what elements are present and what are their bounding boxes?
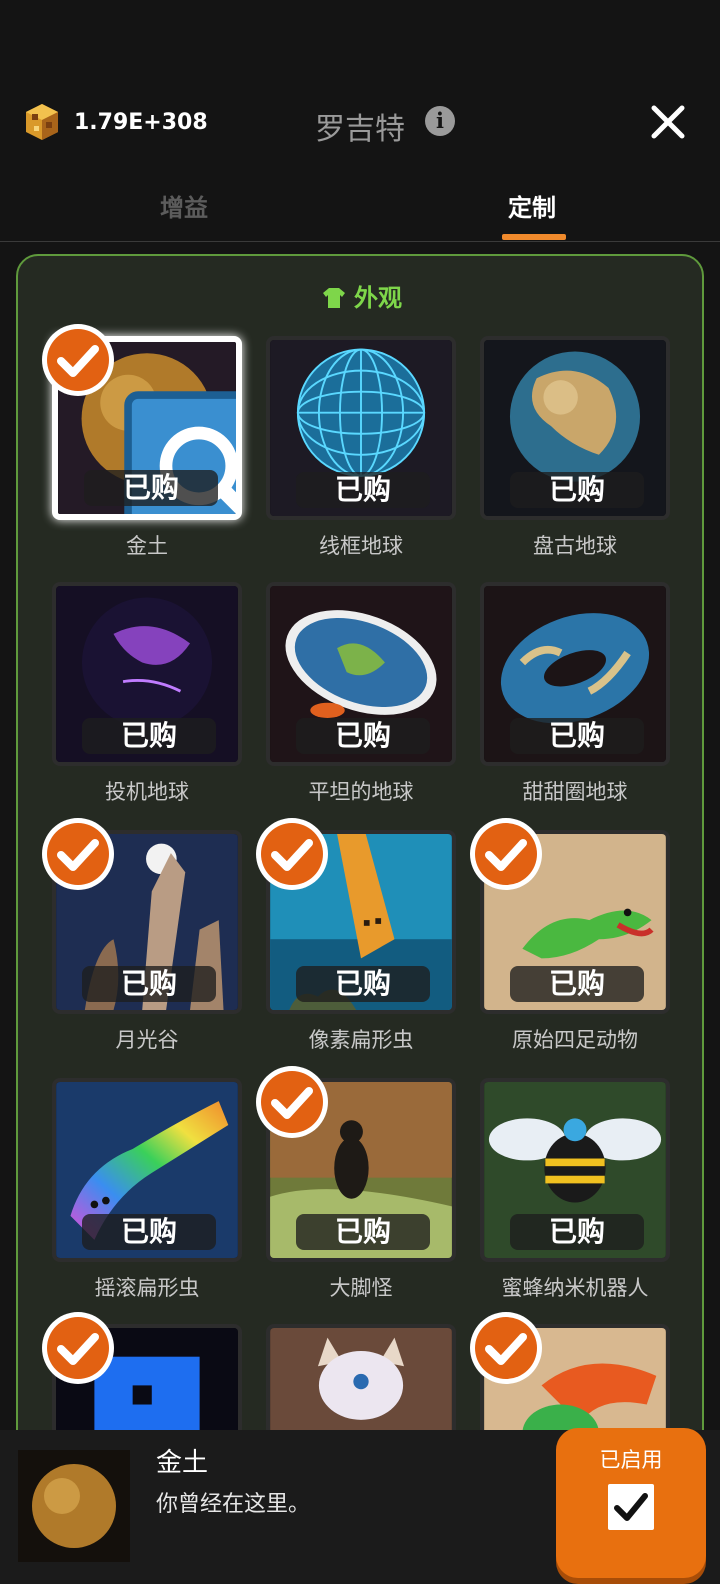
bought-badge: 已购	[510, 472, 644, 508]
bought-badge: 已购	[296, 1214, 430, 1250]
checkmark-icon	[256, 1066, 328, 1138]
skin-thumbnail: 已购	[52, 582, 242, 766]
skin-item[interactable]: 已购 月光谷	[42, 818, 242, 1070]
skin-name: 金土	[126, 534, 168, 558]
checkmark-icon	[42, 818, 114, 890]
bought-badge: 已购	[82, 1214, 216, 1250]
bought-badge: 已购	[82, 966, 216, 1002]
section-header: 外观	[18, 278, 706, 313]
skin-thumbnail: 已购	[266, 582, 456, 766]
checkmark-icon	[470, 818, 542, 890]
check-icon	[614, 1493, 648, 1521]
bought-badge: 已购	[84, 470, 218, 506]
close-icon[interactable]	[650, 104, 686, 140]
bought-badge: 已购	[82, 718, 216, 754]
skin-item[interactable]: 已购 投机地球	[52, 582, 242, 822]
skin-name: 投机地球	[105, 780, 189, 804]
skin-name: 摇滚扁形虫	[94, 1276, 200, 1300]
checkmark-icon	[256, 818, 328, 890]
skin-item[interactable]: 已购 平坦的地球	[266, 582, 456, 822]
skin-item[interactable]: 已购 蜜蜂纳米机器人	[480, 1078, 670, 1318]
skin-name: 甜甜圈地球	[522, 780, 628, 804]
bought-badge: 已购	[510, 966, 644, 1002]
shirt-icon	[323, 288, 345, 308]
skin-item[interactable]: 已购 摇滚扁形虫	[52, 1078, 242, 1318]
bought-badge: 已购	[510, 1214, 644, 1250]
skin-thumbnail: 已购	[266, 336, 456, 520]
selected-skin-thumbnail	[18, 1450, 130, 1562]
skin-item[interactable]: 已购 金土	[42, 324, 242, 576]
skin-name: 蜜蜂纳米机器人	[501, 1276, 649, 1300]
skin-item[interactable]: 已购 大脚怪	[256, 1066, 456, 1318]
tab-custom[interactable]: 定制	[508, 188, 556, 223]
info-icon[interactable]: i	[425, 106, 455, 136]
tab-buff[interactable]: 增益	[160, 188, 208, 223]
skin-name: 大脚怪	[329, 1276, 393, 1300]
skin-item[interactable]: 已购 原始四足动物	[470, 818, 670, 1070]
skin-thumbnail: 已购	[480, 582, 670, 766]
enable-button[interactable]: 已启用	[556, 1428, 706, 1578]
top-header: 1.79E+308 罗吉特 i	[0, 90, 720, 160]
checkmark-icon	[42, 1312, 114, 1384]
bought-badge: 已购	[296, 472, 430, 508]
skin-thumbnail: 已购	[52, 1078, 242, 1262]
skin-item[interactable]: 已购 甜甜圈地球	[480, 582, 670, 822]
bought-badge: 已购	[296, 718, 430, 754]
bought-badge: 已购	[296, 966, 430, 1002]
skin-thumbnail: 已购	[480, 336, 670, 520]
enable-button-label: 已启用	[599, 1448, 663, 1472]
skin-name: 原始四足动物	[512, 1028, 638, 1052]
active-tab-indicator	[502, 234, 566, 240]
skin-item[interactable]: 已购 线框地球	[266, 336, 456, 576]
selected-skin-description: 你曾经在这里。	[156, 1492, 311, 1517]
selected-skin-name: 金土	[156, 1448, 209, 1478]
skin-name: 盘古地球	[533, 534, 617, 558]
section-title: 外观	[354, 284, 402, 312]
skin-thumbnail: 已购	[480, 1078, 670, 1262]
tab-bar: 增益 定制	[0, 180, 720, 242]
appearance-panel: 外观 已购 金土 已购 线框地球 已购 盘古地球 已购 投机地球 已购 平坦的地…	[16, 254, 704, 1584]
page-title: 罗吉特	[315, 112, 405, 147]
bought-badge: 已购	[510, 718, 644, 754]
skin-name: 像素扁形虫	[308, 1028, 414, 1052]
checkmark-icon	[42, 324, 114, 396]
skin-name: 线框地球	[319, 534, 403, 558]
skin-name: 月光谷	[115, 1028, 179, 1052]
skin-item[interactable]: 已购 盘古地球	[480, 336, 670, 576]
skin-name: 平坦的地球	[308, 780, 414, 804]
checkmark-icon	[470, 1312, 542, 1384]
skin-item[interactable]: 已购 像素扁形虫	[256, 818, 456, 1070]
enabled-checkbox[interactable]	[608, 1484, 654, 1530]
selection-bar: 金土 你曾经在这里。 已启用	[0, 1428, 720, 1584]
